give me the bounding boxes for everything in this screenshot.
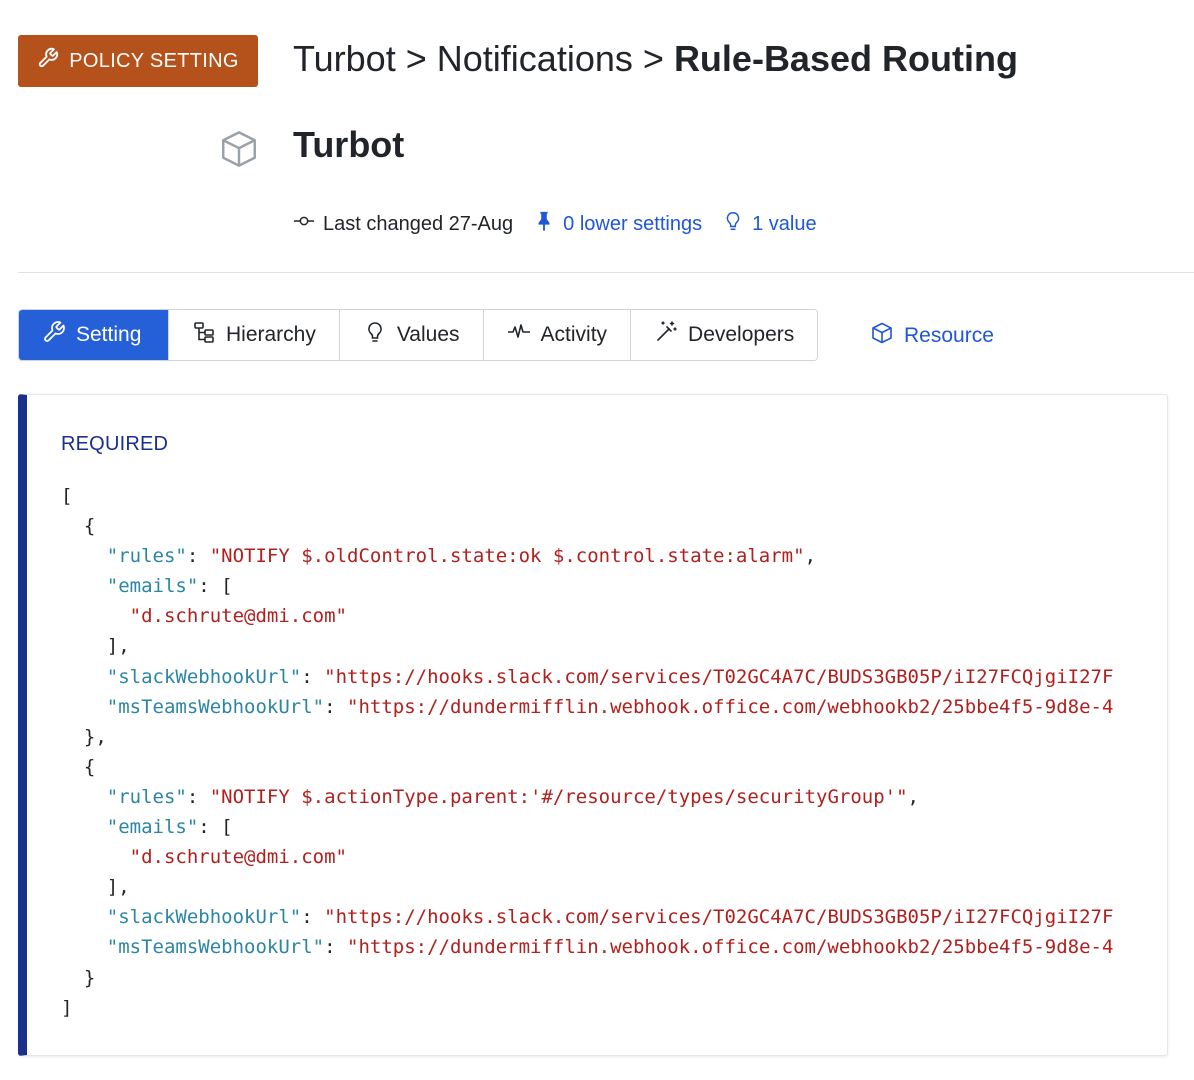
code-line: "emails": [ xyxy=(106,575,233,598)
breadcrumb-separator: > xyxy=(405,38,427,79)
tab-values[interactable]: Values xyxy=(339,310,484,360)
meta-bar: Last changed 27-Aug 0 lower settings 1 v… xyxy=(293,210,817,238)
commit-icon xyxy=(293,210,315,238)
values-text: 1 value xyxy=(752,212,817,235)
code-line: "emails": [ xyxy=(106,816,233,839)
wand-icon xyxy=(654,320,678,350)
tab-label: Hierarchy xyxy=(226,323,316,346)
last-changed: Last changed 27-Aug xyxy=(293,210,513,238)
lightbulb-icon xyxy=(722,210,744,238)
tab-activity[interactable]: Activity xyxy=(483,310,632,360)
activity-icon xyxy=(507,320,531,350)
pin-icon xyxy=(533,210,555,238)
values-link[interactable]: 1 value xyxy=(722,210,817,238)
resource-title: Turbot xyxy=(293,124,405,165)
wrench-icon xyxy=(37,47,59,75)
wrench-icon xyxy=(42,320,66,350)
required-label: REQUIRED xyxy=(61,433,169,455)
code-line: "d.schrute@dmi.com" xyxy=(129,605,347,628)
code-line: { xyxy=(61,755,96,778)
code-line: { xyxy=(61,515,96,538)
policy-setting-badge: POLICY SETTING xyxy=(18,35,258,87)
code-line: "d.schrute@dmi.com" xyxy=(129,846,347,869)
hierarchy-icon xyxy=(192,320,216,350)
header-divider xyxy=(18,272,1194,273)
code-line: "rules": "NOTIFY $.actionType.parent:'#/… xyxy=(106,785,919,808)
code-line: ] xyxy=(61,996,73,1019)
code-line: ], xyxy=(61,635,130,658)
breadcrumb: Turbot > Notifications > Rule-Based Rout… xyxy=(293,38,1018,80)
code-block: [ { "rules": "NOTIFY $.oldControl.state:… xyxy=(61,481,1137,1023)
code-line: "msTeamsWebhookUrl": "https://dundermiff… xyxy=(106,695,1114,718)
setting-panel: REQUIRED [ { "rules": "NOTIFY $.oldContr… xyxy=(18,394,1168,1056)
resource-link-label: Resource xyxy=(904,324,994,347)
tab-setting[interactable]: Setting xyxy=(19,310,169,360)
breadcrumb-separator: > xyxy=(642,38,664,79)
code-line: "rules": "NOTIFY $.oldControl.state:ok $… xyxy=(106,545,817,568)
lightbulb-icon xyxy=(363,320,387,350)
code-line: "slackWebhookUrl": "https://hooks.slack.… xyxy=(106,906,1114,929)
cube-icon xyxy=(218,128,260,170)
breadcrumb-turbot[interactable]: Turbot xyxy=(293,38,396,79)
badge-label: POLICY SETTING xyxy=(69,49,239,72)
tab-label: Developers xyxy=(688,323,795,346)
tab-label: Setting xyxy=(76,323,142,346)
tab-hierarchy[interactable]: Hierarchy xyxy=(169,310,340,360)
lower-settings-text: 0 lower settings xyxy=(563,212,703,235)
code-line: "msTeamsWebhookUrl": "https://dundermiff… xyxy=(106,936,1114,959)
code-line: }, xyxy=(61,725,107,748)
code-line: [ xyxy=(61,485,73,507)
code-line: } xyxy=(61,966,96,989)
tab-developers[interactable]: Developers xyxy=(631,310,818,360)
breadcrumb-rule-based-routing: Rule-Based Routing xyxy=(673,38,1018,79)
tab-label: Values xyxy=(396,323,460,346)
tab-bar: Setting Hierarchy Values Activity Develo… xyxy=(18,309,819,361)
tab-label: Activity xyxy=(540,323,608,346)
lower-settings-link[interactable]: 0 lower settings xyxy=(533,210,702,238)
last-changed-text: Last changed 27-Aug xyxy=(323,212,514,235)
code-line: "slackWebhookUrl": "https://hooks.slack.… xyxy=(106,665,1114,688)
resource-link[interactable]: Resource xyxy=(870,321,994,351)
cube-icon xyxy=(870,321,894,351)
code-line: ], xyxy=(61,876,130,899)
breadcrumb-notifications[interactable]: Notifications xyxy=(437,38,633,79)
